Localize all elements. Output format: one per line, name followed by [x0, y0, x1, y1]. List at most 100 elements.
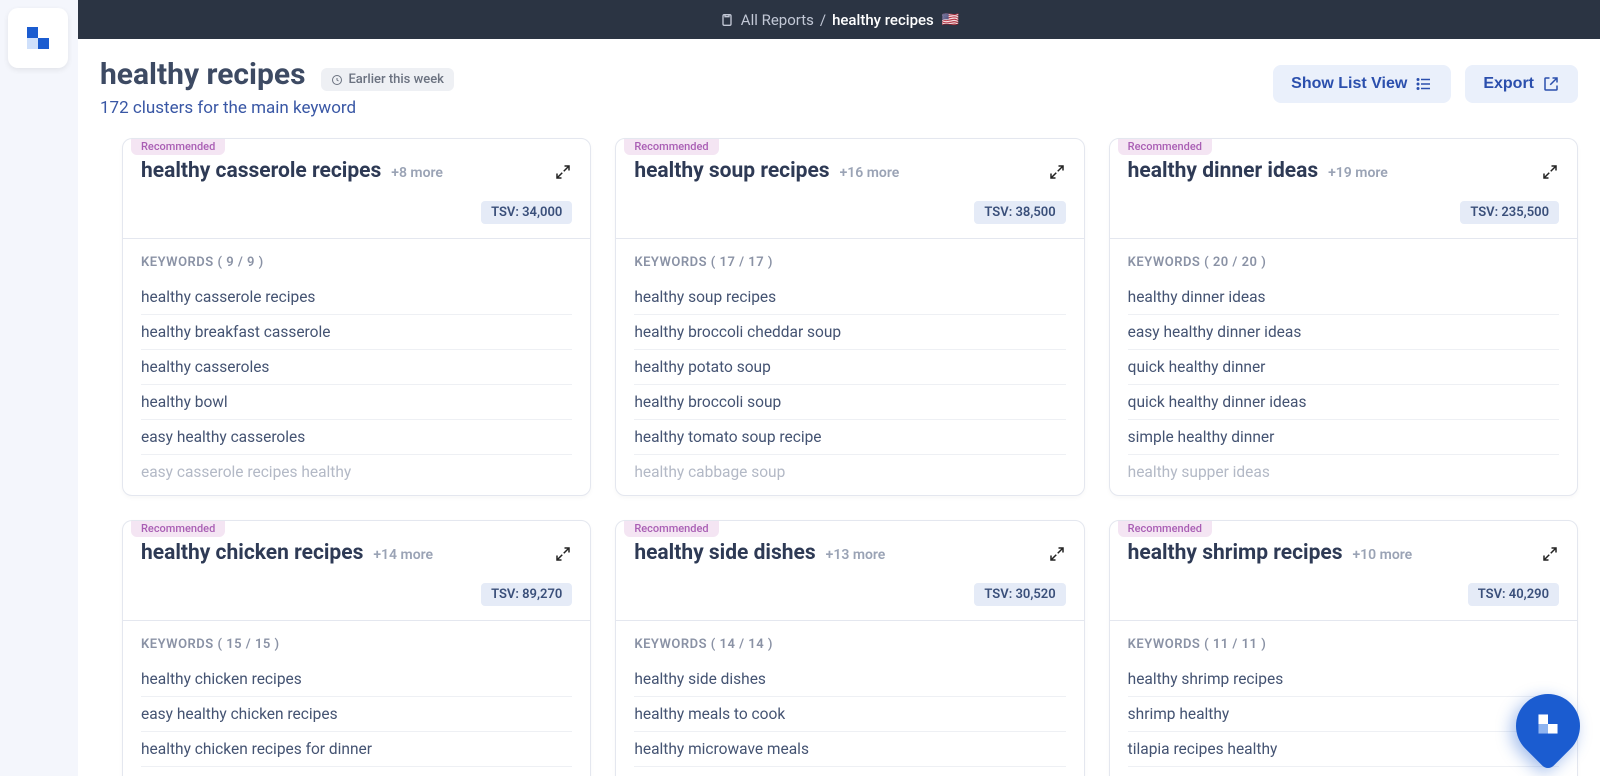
keyword-item[interactable]: easy healthy casseroles: [141, 420, 572, 455]
keyword-item[interactable]: easy healthy chicken recipes: [141, 697, 572, 732]
keyword-item[interactable]: healthy bowl: [141, 385, 572, 420]
keywords-header: KEYWORDS ( 20 / 20 ): [1128, 255, 1559, 270]
breadcrumb-current: healthy recipes: [832, 11, 934, 29]
app-logo-icon: [23, 23, 53, 53]
cluster-card: Recommended healthy dinner ideas +19 mor…: [1109, 138, 1578, 496]
more-count[interactable]: +19 more: [1328, 165, 1388, 181]
keyword-item[interactable]: healthy microwave meals: [634, 732, 1065, 767]
recommended-badge: Recommended: [624, 138, 718, 155]
keyword-item[interactable]: healthy casserole recipes: [141, 280, 572, 315]
breadcrumb-all-reports[interactable]: All Reports: [741, 11, 814, 29]
cluster-card: Recommended healthy shrimp recipes +10 m…: [1109, 520, 1578, 776]
tsv-badge: TSV: 38,500: [974, 201, 1065, 224]
keywords-header: KEYWORDS ( 9 / 9 ): [141, 255, 572, 270]
page-subtitle: 172 clusters for the main keyword: [100, 98, 454, 118]
keywords-list: healthy chicken recipeseasy healthy chic…: [141, 662, 572, 776]
list-icon: [1415, 75, 1433, 93]
keyword-item[interactable]: simple healthy dinner: [1128, 420, 1559, 455]
cluster-title[interactable]: healthy dinner ideas: [1128, 159, 1318, 183]
keyword-item[interactable]: healthy supper ideas: [1128, 455, 1559, 489]
fab-logo-icon: [1535, 711, 1561, 737]
keyword-item[interactable]: quick healthy dinner ideas: [1128, 385, 1559, 420]
cluster-grid: Recommended healthy casserole recipes +8…: [78, 128, 1600, 776]
keyword-item[interactable]: healthy potato soup: [634, 350, 1065, 385]
breadcrumb-bar: All Reports / healthy recipes 🇺🇸: [78, 0, 1600, 39]
flag-icon: 🇺🇸: [942, 12, 959, 28]
keyword-item[interactable]: healthy broccoli cheddar soup: [634, 315, 1065, 350]
cluster-card: Recommended healthy soup recipes +16 mor…: [615, 138, 1084, 496]
show-list-view-button[interactable]: Show List View: [1273, 65, 1451, 103]
keyword-item[interactable]: healthy shrimp recipes: [1128, 662, 1559, 697]
keyword-item[interactable]: healthy broccoli soup: [634, 385, 1065, 420]
cluster-title[interactable]: healthy side dishes: [634, 541, 815, 565]
keyword-item[interactable]: healthy cabbage soup: [634, 455, 1065, 489]
keywords-list: healthy soup recipeshealthy broccoli che…: [634, 280, 1065, 489]
tsv-badge: TSV: 235,500: [1460, 201, 1559, 224]
keyword-item[interactable]: easy healthy dinner ideas: [1128, 315, 1559, 350]
keyword-item[interactable]: healthy meals to cook: [634, 697, 1065, 732]
more-count[interactable]: +16 more: [840, 165, 900, 181]
recommended-badge: Recommended: [624, 520, 718, 537]
tsv-badge: TSV: 40,290: [1468, 583, 1559, 606]
keywords-header: KEYWORDS ( 15 / 15 ): [141, 637, 572, 652]
show-list-view-label: Show List View: [1291, 75, 1407, 93]
keywords-header: KEYWORDS ( 11 / 11 ): [1128, 637, 1559, 652]
recommended-badge: Recommended: [1118, 520, 1212, 537]
clock-icon: [331, 74, 343, 86]
keyword-item[interactable]: tilapia recipes healthy: [1128, 732, 1559, 767]
breadcrumb-separator: /: [820, 11, 826, 29]
page-header: healthy recipes Earlier this week 172 cl…: [78, 39, 1600, 128]
cluster-card: Recommended healthy side dishes +13 more…: [615, 520, 1084, 776]
tsv-badge: TSV: 89,270: [481, 583, 572, 606]
cluster-title[interactable]: healthy chicken recipes: [141, 541, 363, 565]
keyword-item[interactable]: healthy breakfast casserole: [141, 315, 572, 350]
cluster-card: Recommended healthy casserole recipes +8…: [122, 138, 591, 496]
recommended-badge: Recommended: [1118, 138, 1212, 155]
keyword-item[interactable]: healthy chicken recipes: [141, 662, 572, 697]
keyword-item[interactable]: healthy dinner ideas: [1128, 280, 1559, 315]
keyword-item[interactable]: healthy shrimp pasta recipes: [1128, 767, 1559, 776]
export-label: Export: [1483, 75, 1534, 93]
tsv-badge: TSV: 34,000: [481, 201, 572, 224]
keyword-item[interactable]: healthy chicken recipes for dinner: [141, 732, 572, 767]
clipboard-icon: [719, 12, 735, 28]
more-count[interactable]: +10 more: [1352, 547, 1412, 563]
expand-icon[interactable]: [1541, 163, 1559, 181]
expand-icon[interactable]: [1048, 163, 1066, 181]
expand-icon[interactable]: [1048, 545, 1066, 563]
export-icon: [1542, 75, 1560, 93]
time-badge-text: Earlier this week: [348, 72, 444, 87]
expand-icon[interactable]: [1541, 545, 1559, 563]
keyword-item[interactable]: healthy tomato soup recipe: [634, 420, 1065, 455]
more-count[interactable]: +8 more: [391, 165, 443, 181]
page-title: healthy recipes: [100, 57, 305, 92]
main-content: healthy recipes Earlier this week 172 cl…: [78, 39, 1600, 776]
expand-icon[interactable]: [554, 545, 572, 563]
keywords-header: KEYWORDS ( 17 / 17 ): [634, 255, 1065, 270]
keyword-item[interactable]: quick healthy dinner: [1128, 350, 1559, 385]
export-button[interactable]: Export: [1465, 65, 1578, 103]
keyword-item[interactable]: healthy side dishes: [634, 662, 1065, 697]
more-count[interactable]: +13 more: [826, 547, 886, 563]
cluster-title[interactable]: healthy soup recipes: [634, 159, 829, 183]
sidebar-logo-tile[interactable]: [8, 8, 68, 68]
keyword-item[interactable]: healthy casseroles: [141, 350, 572, 385]
keywords-list: healthy shrimp recipesshrimp healthytila…: [1128, 662, 1559, 776]
keyword-item[interactable]: healthy summer dinners: [634, 767, 1065, 776]
more-count[interactable]: +14 more: [373, 547, 433, 563]
keyword-item[interactable]: healthy soup recipes: [634, 280, 1065, 315]
time-badge: Earlier this week: [321, 68, 454, 91]
keywords-list: healthy side disheshealthy meals to cook…: [634, 662, 1065, 776]
tsv-badge: TSV: 30,520: [974, 583, 1065, 606]
keywords-header: KEYWORDS ( 14 / 14 ): [634, 637, 1065, 652]
cluster-card: Recommended healthy chicken recipes +14 …: [122, 520, 591, 776]
recommended-badge: Recommended: [131, 138, 225, 155]
keyword-item[interactable]: shrimp healthy: [1128, 697, 1559, 732]
keyword-item[interactable]: healthy ground chicken recipes: [141, 767, 572, 776]
recommended-badge: Recommended: [131, 520, 225, 537]
cluster-title[interactable]: healthy shrimp recipes: [1128, 541, 1343, 565]
keyword-item[interactable]: easy casserole recipes healthy: [141, 455, 572, 489]
expand-icon[interactable]: [554, 163, 572, 181]
keywords-list: healthy dinner ideaseasy healthy dinner …: [1128, 280, 1559, 489]
cluster-title[interactable]: healthy casserole recipes: [141, 159, 381, 183]
